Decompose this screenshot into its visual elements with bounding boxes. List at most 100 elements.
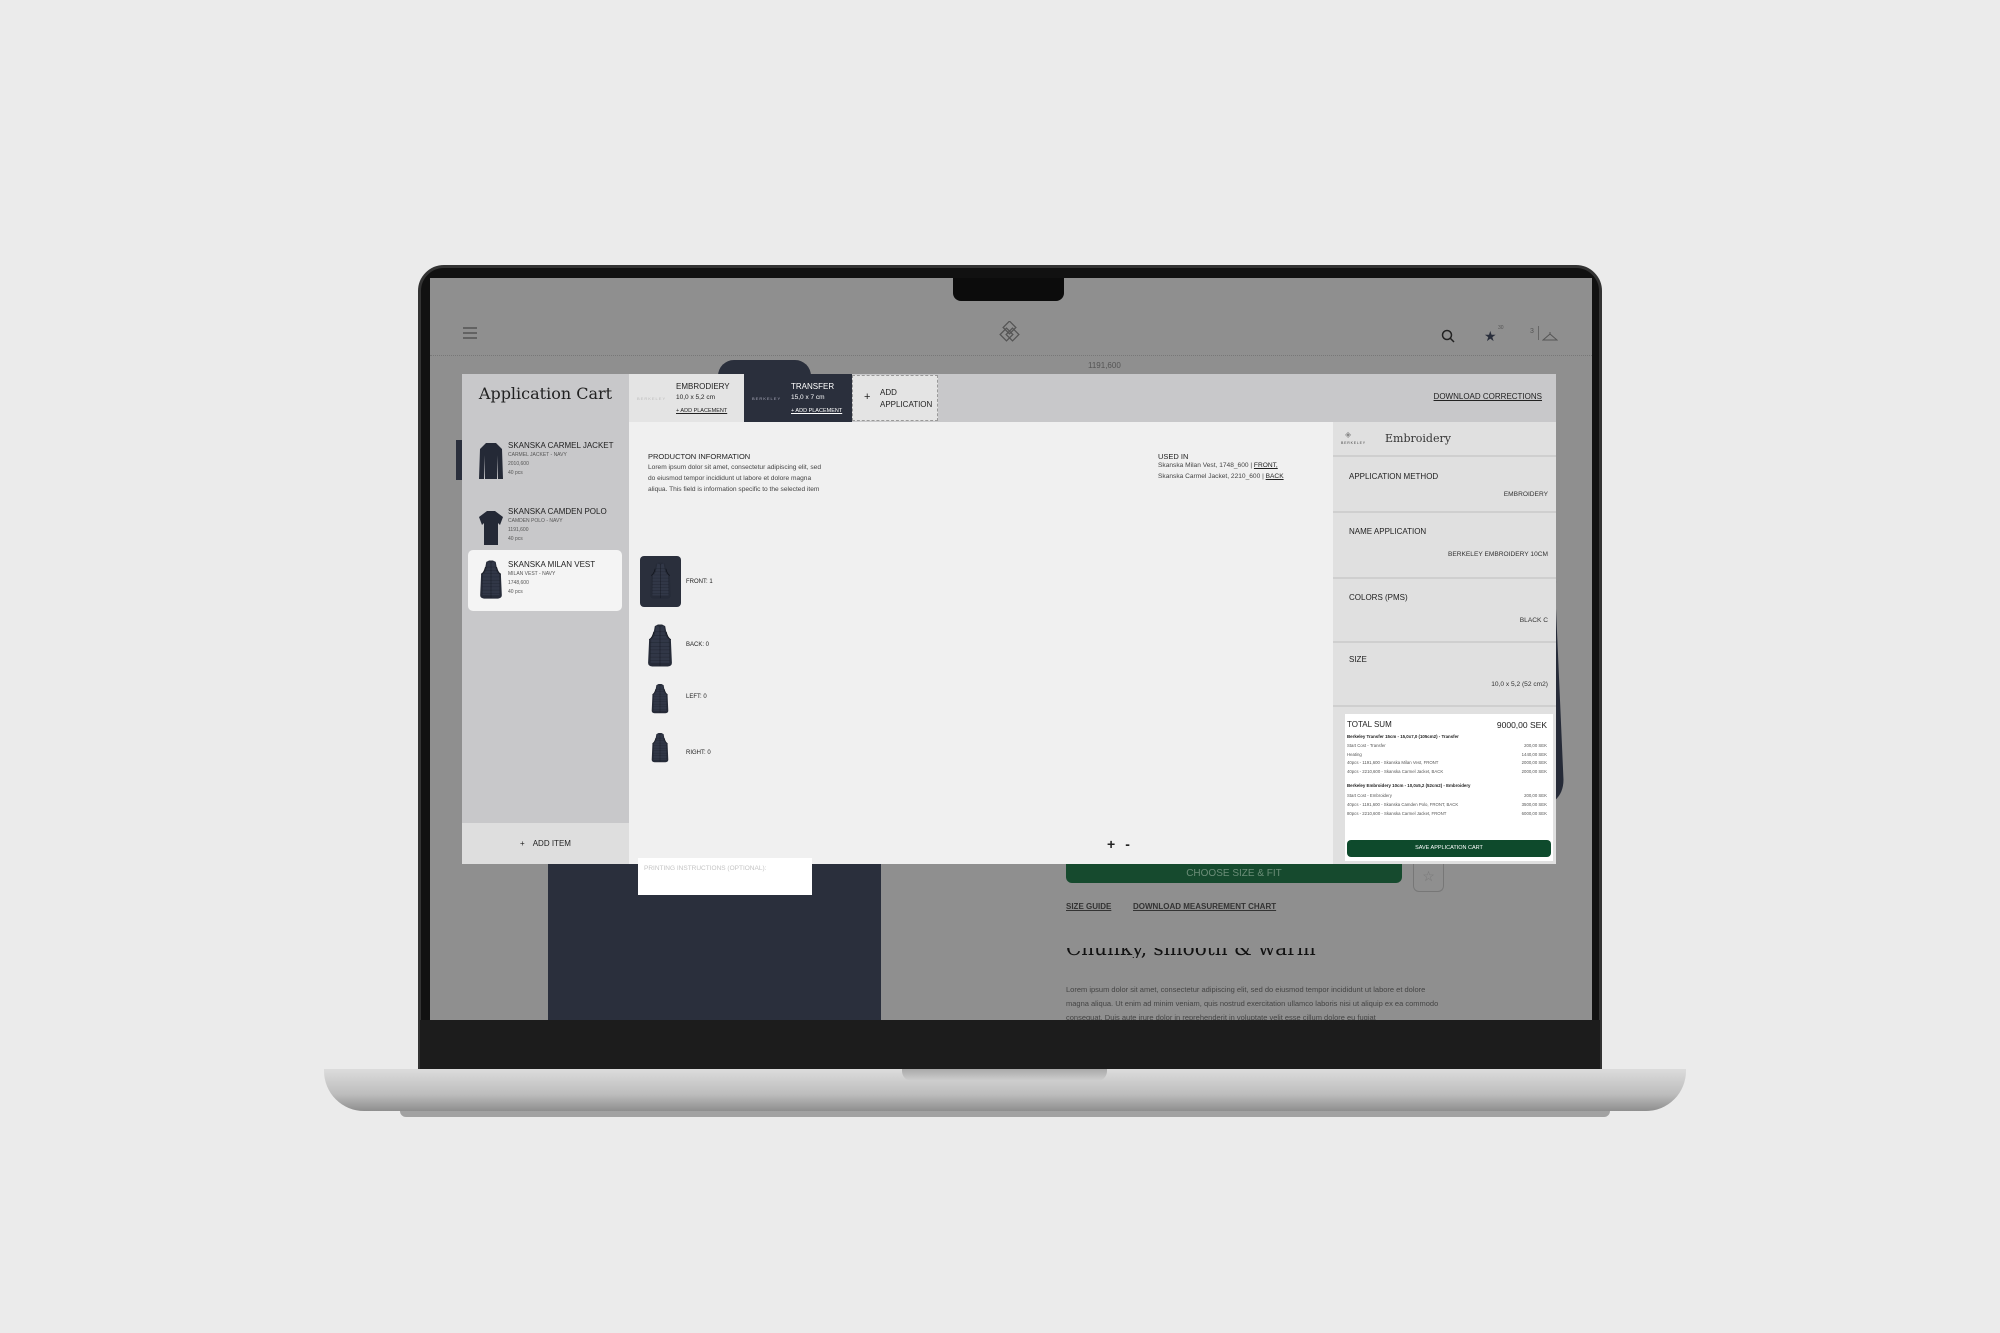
placement-back-label: BACK: 0 <box>686 642 710 648</box>
tab-embroidery[interactable]: BERKELEY EMBRODIERY 10,0 x 5,2 cm + ADD … <box>629 374 744 422</box>
favorites-count: 30 <box>1498 325 1504 331</box>
used-in-heading: USED IN <box>1158 452 1189 461</box>
add-application-line2: APPLICATION <box>880 400 933 409</box>
cart-item[interactable]: SKANSKA CAMDEN POLO CAMDEN POLO - NAVY 1… <box>468 497 622 555</box>
add-application-line1: ADD <box>880 388 897 397</box>
product-price-peek: 1191,600 <box>1088 361 1121 370</box>
used-in-text: Skanska Carmel Jacket, 2210_600 | <box>1158 473 1266 480</box>
product-description: Lorem ipsum dolor sit amet, consectetur … <box>1066 985 1439 1020</box>
cart-item-name: SKANSKA CARMEL JACKET <box>508 441 614 450</box>
vest-thumbnail <box>478 560 504 600</box>
header-divider-line <box>430 355 1592 356</box>
tab-size: 15,0 x 7 cm <box>791 394 825 401</box>
product-heading: Chunky, smooth & warm <box>1066 948 1316 958</box>
cart-item-price: 1191,600 <box>508 527 529 533</box>
tab-transfer[interactable]: BERKELEY TRANSFER 15,0 x 7 cm + ADD PLAC… <box>744 374 852 422</box>
placement-left-thumbnail[interactable] <box>651 677 669 721</box>
cart-item-selected[interactable]: SKANSKA MILAN VEST MILAN VEST - NAVY 174… <box>468 550 622 611</box>
add-item-label: ADD ITEM <box>532 839 571 848</box>
total-line: Heating 1440,00 SEK <box>1347 752 1547 757</box>
detail-value: 10,0 x 5,2 (52 cm2) <box>1491 681 1548 688</box>
size-guide-link[interactable]: SIZE GUIDE <box>1066 902 1111 911</box>
placement-front-thumbnail[interactable] <box>640 556 681 607</box>
cart-item-variant: CAMDEN POLO - NAVY <box>508 518 563 524</box>
printing-instructions-input[interactable]: PRINTING INSTRUCTIONS (OPTIONAL): <box>638 858 812 895</box>
tab-brand: BERKELEY <box>752 396 782 401</box>
line-amount: 2000,00 SEK <box>1521 760 1547 765</box>
detail-row-colors: COLORS (PMS) BLACK C <box>1333 579 1556 643</box>
laptop-chin <box>420 1020 1600 1070</box>
detail-label: NAME APPLICATION <box>1349 527 1427 536</box>
line-amount: 200,00 SEK <box>1524 743 1547 748</box>
search-icon[interactable] <box>1441 329 1455 343</box>
total-line: 40pcs - 1191,600 - Skanska Milan Vest, F… <box>1347 760 1547 765</box>
hamburger-menu-icon[interactable] <box>463 326 477 340</box>
choose-size-button[interactable]: CHOOSE SIZE & FIT <box>1066 864 1402 883</box>
total-line: 40pcs - 2210,600 - Skanska Carmel Jacket… <box>1347 769 1547 774</box>
detail-row-size: SIZE 10,0 x 5,2 (52 cm2) <box>1333 643 1556 707</box>
detail-label: COLORS (PMS) <box>1349 593 1408 602</box>
cart-item-price: 1748,600 <box>508 580 529 586</box>
placement-front-label: FRONT: 1 <box>686 579 713 585</box>
berkeley-logo-icon: ◈ <box>1345 430 1352 439</box>
line-desc: 40pcs - 2210,600 - Skanska Carmel Jacket… <box>1347 769 1444 774</box>
add-placement-link[interactable]: + ADD PLACEMENT <box>791 408 842 414</box>
detail-row-application-method: APPLICATION METHOD EMBROIDERY <box>1333 457 1556 513</box>
add-placement-link[interactable]: + ADD PLACEMENT <box>676 408 727 414</box>
total-label: TOTAL SUM <box>1347 720 1392 729</box>
placement-right-thumbnail[interactable] <box>651 726 669 770</box>
zoom-in-button[interactable]: + <box>1107 836 1115 852</box>
laptop-shadow <box>400 1111 1610 1117</box>
total-line: 40pcs - 1191,600 - Skanska Camden Polo, … <box>1347 802 1547 807</box>
placement-back-thumbnail[interactable] <box>647 624 673 668</box>
cart-item-qty: 40 pcs <box>508 470 523 476</box>
line-desc: 40pcs - 1191,600 - Skanska Camden Polo, … <box>1347 802 1459 807</box>
zoom-out-button[interactable]: - <box>1125 836 1130 852</box>
save-application-cart-button[interactable]: SAVE APPLICATION CART <box>1347 840 1551 857</box>
tab-label: EMBRODIERY <box>676 382 730 391</box>
add-item-button[interactable]: + ADD ITEM <box>462 823 629 864</box>
cart-item-name: SKANSKA MILAN VEST <box>508 560 596 569</box>
used-in-link[interactable]: FRONT, <box>1254 462 1278 469</box>
placement-right-label: RIGHT: 0 <box>686 750 711 756</box>
product-heading-text: Chunky, smooth & warm <box>1066 948 1316 958</box>
cart-title: Application Cart <box>478 384 613 403</box>
application-tabs-bar: BERKELEY EMBRODIERY 10,0 x 5,2 cm + ADD … <box>629 374 1556 422</box>
details-brand: BERKELEY <box>1341 441 1366 445</box>
detail-value: BLACK C <box>1519 617 1548 624</box>
detail-value: EMBROIDERY <box>1503 491 1548 498</box>
placement-left-label: LEFT: 0 <box>686 694 707 700</box>
wishlist-star-icon[interactable]: ☆ <box>1413 864 1444 892</box>
favorites-star-icon[interactable]: ★ <box>1484 328 1497 345</box>
total-sum-box: TOTAL SUM 9000,00 SEK Berkeley Transfer … <box>1345 714 1553 861</box>
tab-label: TRANSFER <box>791 382 835 391</box>
details-header: ◈ BERKELEY Embroidery <box>1333 422 1556 457</box>
download-measurement-chart-link[interactable]: DOWNLOAD MEASUREMENT CHART <box>1133 902 1276 911</box>
cart-sidebar: Application Cart SKANSKA CARMEL JACKET C… <box>462 374 629 864</box>
total-line: Start Cost - Embroidery 200,00 SEK <box>1347 793 1547 798</box>
total-value: 9000,00 SEK <box>1496 720 1547 730</box>
download-corrections-link[interactable]: DOWNLOAD CORRECTIONS <box>1434 392 1542 401</box>
add-application-button[interactable]: + ADD APPLICATION <box>852 375 938 421</box>
hanger-cart-icon[interactable] <box>1541 328 1559 341</box>
jacket-thumbnail <box>479 443 503 479</box>
line-amount: 200,00 SEK <box>1524 793 1547 798</box>
line-amount: 3500,00 SEK <box>1521 802 1547 807</box>
product-info-body: Lorem ipsum dolor sit amet, consectetur … <box>648 464 821 493</box>
plus-icon: + <box>864 391 871 403</box>
detail-row-name-application: NAME APPLICATION BERKELEY EMBROIDERY 10C… <box>1333 513 1556 579</box>
cart-item-variant: MILAN VEST - NAVY <box>508 571 556 577</box>
cart-item[interactable]: SKANSKA CARMEL JACKET CARMEL JACKET - NA… <box>468 431 622 489</box>
used-in-link[interactable]: BACK <box>1266 473 1284 480</box>
used-in-line: Skanska Milan Vest, 1748_600 | FRONT, <box>1158 462 1278 469</box>
used-in-line: Skanska Carmel Jacket, 2210_600 | BACK <box>1158 473 1284 480</box>
berkeley-logo-icon[interactable] <box>999 320 1023 345</box>
detail-label: SIZE <box>1349 655 1367 664</box>
line-desc: Start Cost - Transfer <box>1347 743 1386 748</box>
line-amount: 2000,00 SEK <box>1521 769 1547 774</box>
product-editor: PRODUCTON INFORMATION Lorem ipsum dolor … <box>629 422 1333 895</box>
plus-icon: + <box>520 839 525 848</box>
total-line: Start Cost - Transfer 200,00 SEK <box>1347 743 1547 748</box>
application-cart-modal: Application Cart SKANSKA CARMEL JACKET C… <box>462 374 1556 895</box>
line-desc: Heating <box>1347 752 1362 757</box>
